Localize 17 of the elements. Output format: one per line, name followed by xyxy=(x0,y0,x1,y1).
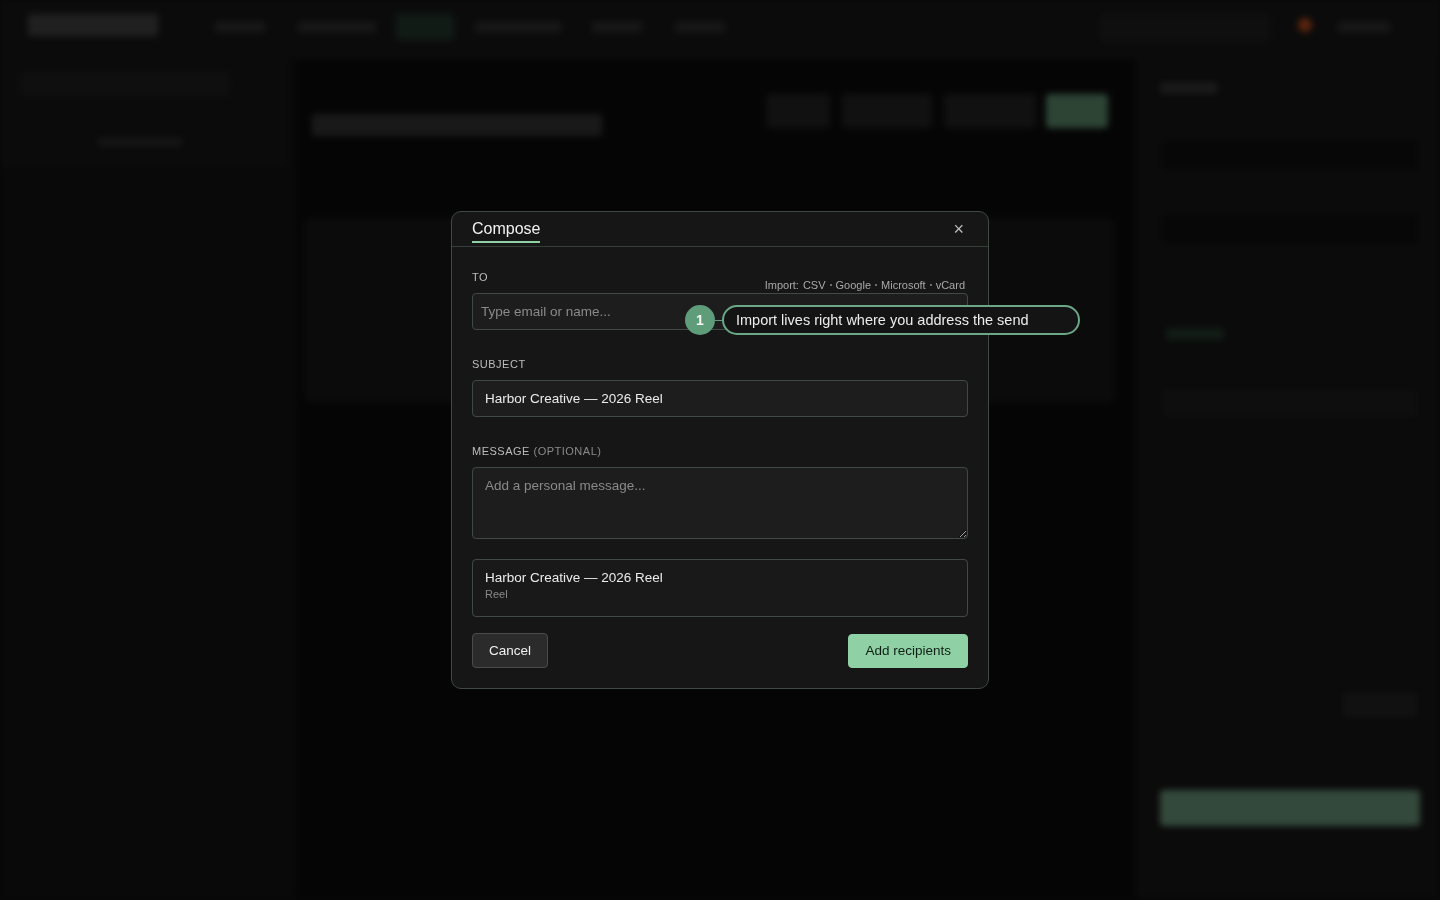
subject-field[interactable]: Harbor Creative — 2026 Reel xyxy=(472,380,968,417)
attachment-title: Harbor Creative — 2026 Reel xyxy=(485,570,664,585)
field-label: TO xyxy=(472,271,489,283)
close-button[interactable]: × xyxy=(949,218,968,240)
import-link[interactable]: CSV xyxy=(802,279,826,291)
field-label: MESSAGE (OPTIONAL) xyxy=(472,445,602,457)
field-label: SUBJECT xyxy=(472,358,526,370)
import-link[interactable]: vCard xyxy=(935,279,965,291)
message-field[interactable]: Add a personal message... xyxy=(472,467,968,539)
compose-tab[interactable]: Compose xyxy=(472,215,541,243)
cancel-button[interactable]: Cancel xyxy=(472,633,549,668)
import-label: Import: xyxy=(764,279,799,291)
add-recipients-button[interactable]: Add recipients xyxy=(848,633,968,668)
attachment-type: Reel xyxy=(485,588,509,600)
import-link[interactable]: Google xyxy=(835,279,872,291)
coach-tooltip: Import lives right where you address the send xyxy=(722,305,1080,335)
import-link[interactable]: Microsoft xyxy=(881,279,926,291)
